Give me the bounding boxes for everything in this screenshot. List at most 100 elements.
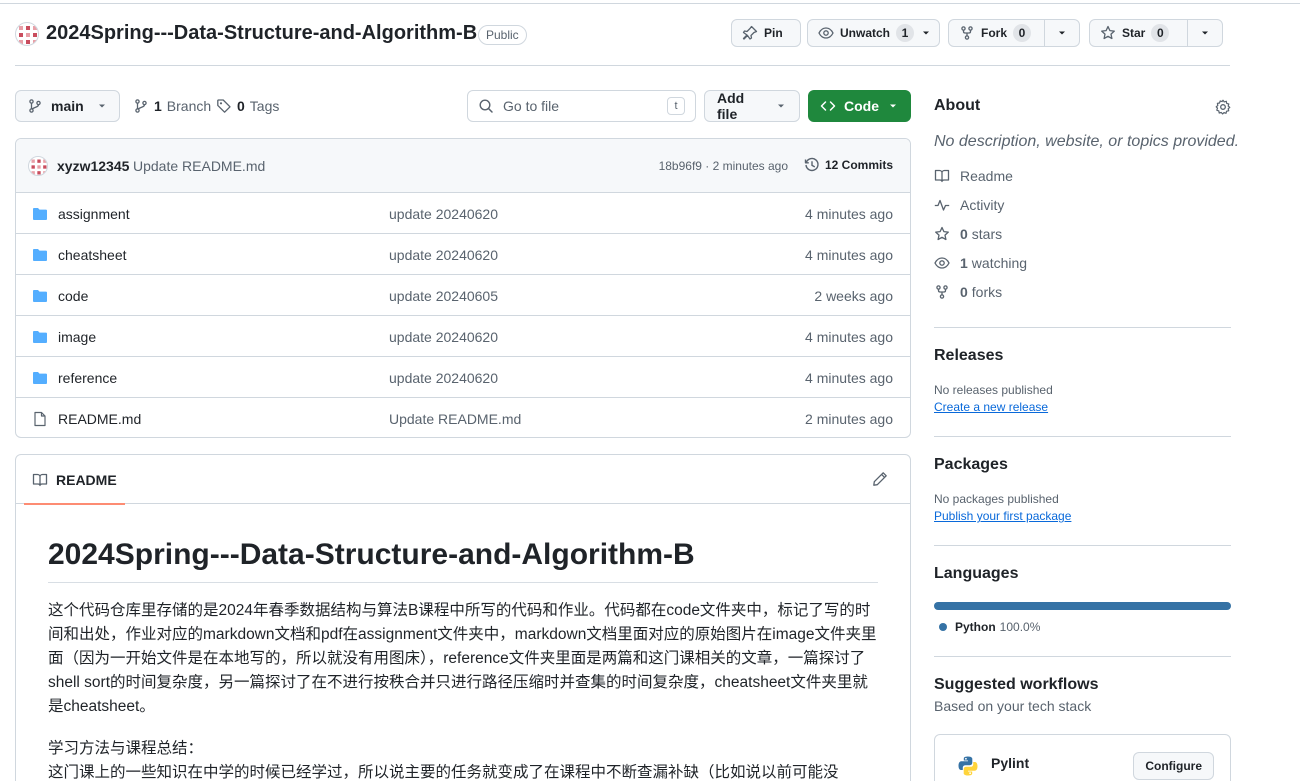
file-name[interactable]: README.md bbox=[58, 411, 141, 427]
publish-package-link[interactable]: Publish your first package bbox=[934, 509, 1231, 523]
file-commit-message[interactable]: update 20240605 bbox=[389, 288, 498, 304]
file-row[interactable]: cheatsheet update 20240620 4 minutes ago bbox=[16, 234, 910, 275]
commits-link[interactable]: 12 Commits bbox=[804, 157, 893, 173]
branch-selector[interactable]: main bbox=[15, 90, 120, 122]
repo-title[interactable]: 2024Spring---Data-Structure-and-Algorith… bbox=[46, 22, 477, 45]
search-icon bbox=[478, 98, 494, 114]
readme-header: README bbox=[16, 455, 910, 505]
chevron-down-icon bbox=[1199, 27, 1211, 39]
file-row[interactable]: assignment update 20240620 4 minutes ago bbox=[16, 193, 910, 234]
fork-button-group: Fork 0 bbox=[948, 19, 1080, 47]
star-count: 0 bbox=[1151, 24, 1170, 42]
readme-panel: README 2024Spring---Data-Structure-and-A… bbox=[15, 454, 911, 781]
branch-icon bbox=[27, 98, 43, 114]
file-commit-message[interactable]: Update README.md bbox=[389, 411, 521, 427]
about-description: No description, website, or topics provi… bbox=[934, 133, 1240, 150]
chevron-down-icon bbox=[887, 100, 899, 112]
packages-empty-text: No packages published bbox=[934, 492, 1059, 506]
edit-pencil-icon[interactable] bbox=[872, 471, 888, 487]
language-bar bbox=[934, 602, 1231, 610]
readme-tab[interactable]: README bbox=[24, 455, 125, 505]
fork-dropdown[interactable] bbox=[1045, 20, 1079, 46]
commit-message[interactable]: Update README.md bbox=[133, 158, 265, 174]
stat-count: 0 bbox=[960, 283, 968, 300]
code-icon bbox=[820, 98, 836, 114]
book-icon bbox=[32, 472, 48, 488]
sidebar-stat-forks[interactable]: 0 forks bbox=[934, 277, 1231, 306]
readme-paragraph: 这个代码仓库里存储的是2024年春季数据结构与算法B课程中所写的代码和作业。代码… bbox=[48, 602, 877, 715]
pin-button[interactable]: Pin bbox=[731, 19, 801, 47]
branches-link[interactable]: 1 Branch bbox=[133, 98, 211, 114]
packages-title[interactable]: Packages bbox=[934, 456, 1231, 474]
stat-label: Readme bbox=[960, 167, 1013, 184]
file-commit-message[interactable]: update 20240620 bbox=[389, 247, 498, 263]
file-name[interactable]: cheatsheet bbox=[58, 247, 127, 263]
file-name[interactable]: reference bbox=[58, 370, 117, 386]
folder-icon bbox=[32, 206, 48, 222]
file-commit-message[interactable]: update 20240620 bbox=[389, 206, 498, 222]
commit-author[interactable]: xyzw12345 bbox=[57, 158, 129, 174]
stat-label: watching bbox=[971, 254, 1028, 271]
book-icon bbox=[934, 168, 950, 184]
file-commit-message[interactable]: update 20240620 bbox=[389, 370, 498, 386]
owner-avatar[interactable] bbox=[15, 22, 39, 46]
pin-icon bbox=[742, 25, 758, 41]
releases-empty-text: No releases published bbox=[934, 383, 1053, 397]
folder-icon bbox=[32, 370, 48, 386]
readme-summary-line: 这门课上的一些知识在中学的时候已经学过，所以说主要的任务就变成了在课程中不断查漏… bbox=[48, 764, 839, 781]
workflows-section: Suggested workflows Based on your tech s… bbox=[934, 676, 1231, 714]
file-commit-message[interactable]: update 20240620 bbox=[389, 329, 498, 345]
unwatch-label: Unwatch bbox=[840, 26, 891, 40]
workflow-name: Pylint bbox=[991, 755, 1030, 771]
file-commit-time: 4 minutes ago bbox=[805, 206, 893, 222]
create-release-link[interactable]: Create a new release bbox=[934, 400, 1231, 414]
sidebar-stat-Activity[interactable]: Activity bbox=[934, 190, 1231, 219]
star-label: Star bbox=[1122, 26, 1146, 40]
commits-label: 12 Commits bbox=[824, 158, 893, 172]
file-row[interactable]: image update 20240620 4 minutes ago bbox=[16, 316, 910, 357]
stat-label: forks bbox=[971, 283, 1003, 300]
stat-label: stars bbox=[971, 225, 1003, 242]
eye-icon bbox=[934, 255, 950, 271]
chevron-down-icon bbox=[1056, 27, 1068, 39]
code-button[interactable]: Code bbox=[808, 90, 911, 122]
file-row[interactable]: README.md Update README.md 2 minutes ago bbox=[16, 398, 910, 437]
sidebar-divider bbox=[934, 436, 1231, 437]
star-button[interactable]: Star 0 bbox=[1090, 20, 1187, 46]
readme-tab-label: README bbox=[56, 471, 117, 488]
language-item-python[interactable]: Python 100.0% bbox=[934, 620, 1231, 634]
file-commit-time: 2 minutes ago bbox=[805, 411, 893, 427]
go-to-file-placeholder: Go to file bbox=[503, 98, 560, 114]
author-avatar[interactable] bbox=[28, 156, 48, 176]
releases-title[interactable]: Releases bbox=[934, 347, 1231, 365]
go-to-file-input[interactable]: Go to file t bbox=[467, 90, 696, 122]
stat-count: 0 bbox=[960, 225, 968, 242]
file-name[interactable]: assignment bbox=[58, 206, 130, 222]
shortcut-key: t bbox=[667, 97, 685, 115]
fork-button[interactable]: Fork 0 bbox=[949, 20, 1044, 46]
star-dropdown[interactable] bbox=[1188, 20, 1222, 46]
add-file-button[interactable]: Add file bbox=[704, 90, 800, 122]
file-row[interactable]: code update 20240605 2 weeks ago bbox=[16, 275, 910, 316]
watch-count: 1 bbox=[896, 24, 915, 42]
unwatch-button[interactable]: Unwatch 1 bbox=[807, 19, 940, 47]
folder-icon bbox=[32, 329, 48, 345]
file-name[interactable]: image bbox=[58, 329, 96, 345]
file-commit-time: 4 minutes ago bbox=[805, 247, 893, 263]
file-name[interactable]: code bbox=[58, 288, 88, 304]
sidebar-stat-Readme[interactable]: Readme bbox=[934, 161, 1231, 190]
about-section: About No description, website, or topics… bbox=[934, 97, 1240, 306]
file-row[interactable]: reference update 20240620 4 minutes ago bbox=[16, 357, 910, 398]
star-button-group: Star 0 bbox=[1089, 19, 1223, 47]
fork-icon bbox=[959, 25, 975, 41]
gear-icon[interactable] bbox=[1215, 99, 1231, 115]
language-percent: 100.0% bbox=[999, 620, 1041, 634]
commit-sha-time[interactable]: 18b96f9 · 2 minutes ago bbox=[659, 159, 788, 173]
language-name: Python bbox=[955, 620, 996, 634]
sidebar-stat-stars[interactable]: 0 stars bbox=[934, 219, 1231, 248]
configure-button[interactable]: Configure bbox=[1133, 752, 1214, 780]
python-color-dot bbox=[939, 623, 947, 631]
sidebar-stat-watching[interactable]: 1 watching bbox=[934, 248, 1231, 277]
tags-link[interactable]: 0 Tags bbox=[216, 98, 279, 114]
folder-icon bbox=[32, 288, 48, 304]
